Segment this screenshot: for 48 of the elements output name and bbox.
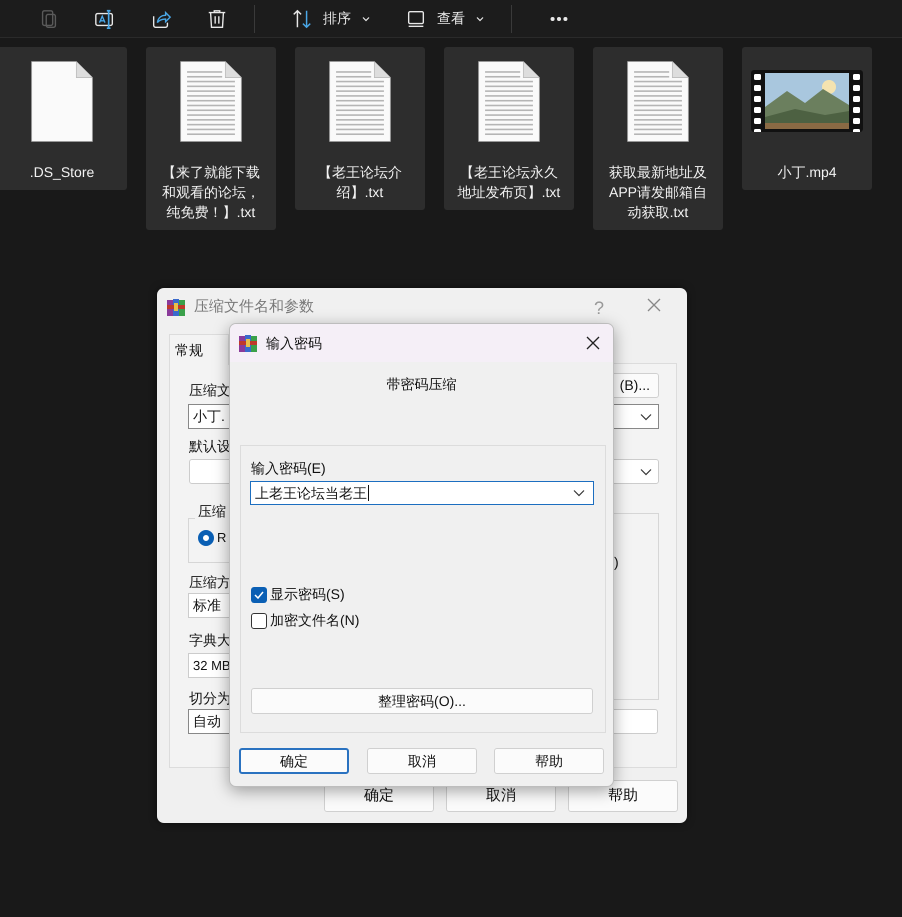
text-file-icon	[626, 60, 690, 142]
checkbox-label: 加密文件名(N)	[270, 611, 360, 630]
file-name: 小丁.mp4	[776, 163, 838, 182]
dialog-heading: 带密码压缩	[386, 375, 456, 394]
file-tile[interactable]: .DS_Store	[0, 47, 127, 190]
file-tile[interactable]: 【来了就能下载和观看的论坛，纯免费！】.txt	[146, 47, 276, 230]
file-name: 【老王论坛永久地址发布页】.txt	[457, 163, 561, 202]
tab[interactable]: 常规	[169, 334, 229, 365]
checkbox[interactable]	[251, 612, 267, 628]
archive-icon	[166, 297, 186, 318]
password-field[interactable]: 上老王论坛当老王	[250, 481, 594, 505]
file-tile[interactable]: 获取最新地址及APP请发邮箱自动获取.txt	[593, 47, 723, 230]
text-file-icon	[477, 60, 541, 142]
chevron-icon	[640, 412, 652, 420]
file-name: 【老王论坛介绍】.txt	[317, 163, 403, 202]
checkbox-label: 显示密码(S)	[270, 585, 345, 604]
radio-label: R	[217, 529, 226, 547]
field-label: 输入密码(E)	[251, 459, 326, 478]
window-title: 输入密码	[266, 334, 323, 352]
file-tile[interactable]: 【老王论坛永久地址发布页】.txt	[444, 47, 574, 210]
archive-icon	[238, 333, 258, 353]
text-file-icon	[328, 60, 392, 142]
file-tile[interactable]: 小丁.mp4	[742, 47, 872, 190]
text-file-icon	[179, 60, 243, 142]
dialog-button[interactable]: 确定	[239, 748, 349, 774]
view-button[interactable]: 查看	[393, 4, 497, 34]
close-button[interactable]	[585, 335, 601, 351]
dialog-button[interactable]: 帮助	[568, 780, 678, 812]
chevron-icon	[573, 489, 585, 497]
organize-passwords-button[interactable]: 整理密码(O)...	[251, 688, 593, 714]
option-label: )	[614, 553, 619, 572]
field-label: 默认设	[189, 437, 231, 456]
window-title: 压缩文件名和参数	[194, 297, 314, 317]
file-name: 获取最新地址及APP请发邮箱自动获取.txt	[608, 163, 708, 222]
sort-button[interactable]: 排序	[279, 4, 383, 34]
check-icon	[253, 588, 265, 600]
file-name: 【来了就能下载和观看的论坛，纯免费！】.txt	[161, 163, 261, 222]
chevron-icon	[640, 468, 652, 476]
sort-icon	[291, 8, 313, 30]
file-name: .DS_Store	[28, 163, 96, 182]
dialog-button[interactable]: 取消	[367, 748, 477, 774]
field-label: 压缩方	[189, 573, 231, 592]
checkbox[interactable]	[251, 586, 267, 602]
group-label: 压缩	[195, 501, 229, 522]
file-tile[interactable]: 【老王论坛介绍】.txt	[295, 47, 425, 210]
dialog-button[interactable]: 帮助	[494, 748, 604, 774]
blank-file-icon	[30, 60, 94, 142]
field-label: 压缩文	[189, 381, 231, 400]
